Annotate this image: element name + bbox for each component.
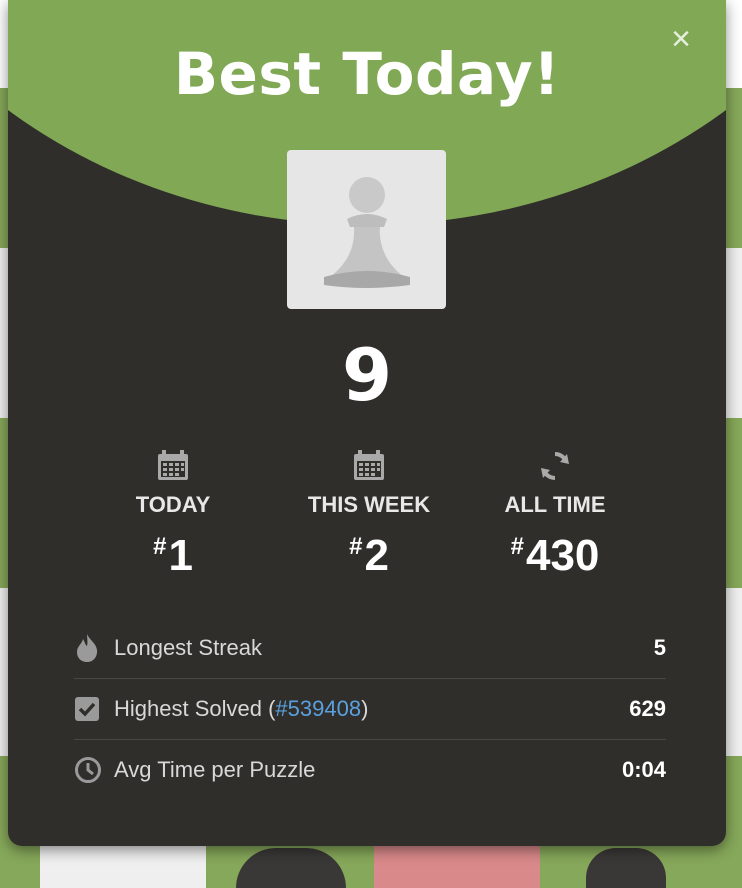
row-label-prefix: Highest Solved ( [114, 696, 276, 721]
board-square-highlight [374, 846, 540, 888]
rank-hash: # [510, 533, 524, 560]
rank-number: 2 [364, 531, 389, 580]
calendar-icon [274, 448, 464, 486]
rank-stats: TODAY #1 THIS WEEK #2 ALL TIME #430 [78, 448, 658, 588]
stat-label: TODAY [135, 492, 211, 517]
stat-all-time: ALL TIME #430 [460, 448, 650, 581]
row-label: Highest Solved (#539408) [114, 696, 629, 722]
modal-title: Best Today! [173, 40, 561, 108]
row-label-suffix: ) [361, 696, 369, 721]
rank-number: 430 [525, 531, 600, 580]
puzzle-results-modal: Best Today! × 9 TODAY #1 THIS WEEK #2 AL… [8, 0, 726, 846]
stat-label: ALL TIME [504, 492, 606, 517]
stat-rank: #1 [78, 522, 268, 581]
checkbox-icon [74, 696, 114, 722]
refresh-icon [460, 448, 650, 486]
row-avg-time: Avg Time per Puzzle 0:04 [74, 740, 666, 800]
stat-this-week: THIS WEEK #2 [274, 448, 464, 581]
row-highest-solved: Highest Solved (#539408) 629 [74, 679, 666, 740]
flame-icon [74, 633, 114, 663]
row-longest-streak: Longest Streak 5 [74, 618, 666, 679]
stat-today: TODAY #1 [78, 448, 268, 581]
pawn-icon [287, 150, 446, 309]
stat-label: THIS WEEK [307, 492, 431, 517]
row-value: 0:04 [621, 757, 666, 782]
rank-number: 1 [168, 531, 193, 580]
stat-rank: #430 [460, 522, 650, 581]
row-label: Avg Time per Puzzle [114, 757, 316, 782]
rank-hash: # [153, 533, 167, 560]
puzzle-link[interactable]: #539408 [275, 696, 361, 721]
rank-hash: # [349, 533, 363, 560]
row-label: Longest Streak [114, 635, 262, 660]
score-value: 9 [341, 333, 393, 417]
chess-piece-partial [586, 848, 666, 888]
row-value: 629 [629, 696, 666, 721]
board-square-light [40, 846, 206, 888]
personal-records-list: Longest Streak 5 Highest Solved (#539408… [74, 618, 666, 800]
stat-rank: #2 [274, 522, 464, 581]
clock-icon [74, 756, 114, 784]
row-value: 5 [653, 635, 666, 660]
close-button[interactable]: × [664, 22, 698, 56]
calendar-icon [78, 448, 268, 486]
